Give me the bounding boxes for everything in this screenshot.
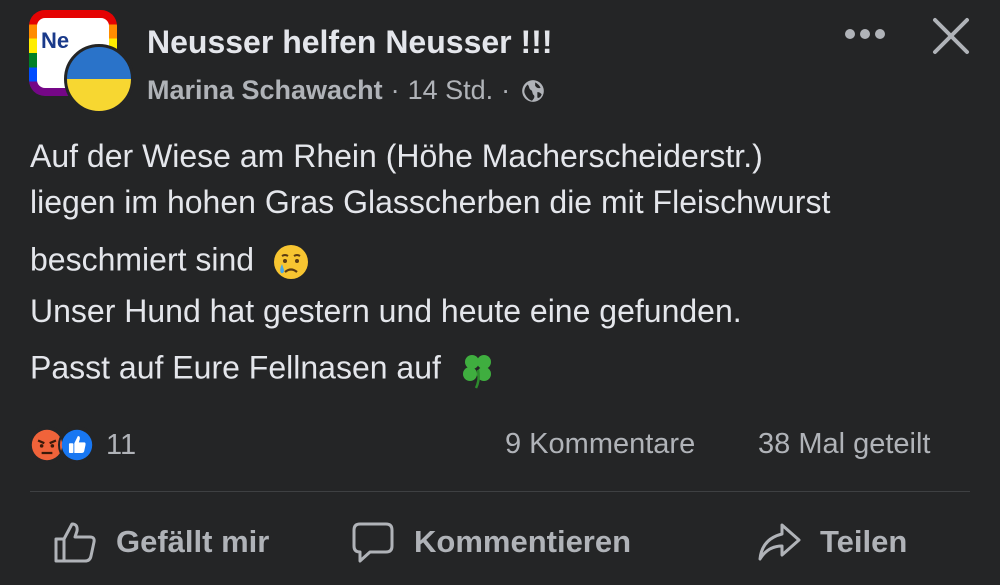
share-icon [758, 523, 801, 561]
close-button[interactable] [924, 12, 978, 60]
reaction-count: 11 [106, 428, 137, 461]
shares-count-link[interactable]: 38 Mal geteilt [758, 428, 931, 461]
comment-icon [352, 522, 394, 563]
meta-separator-2: · [501, 75, 511, 105]
close-icon [933, 18, 969, 54]
author-avatar[interactable] [64, 44, 134, 114]
share-button[interactable]: Teilen [756, 518, 907, 566]
post-text-line-with-emoji: Passt auf Eure Fellnasen auf [30, 350, 498, 390]
comment-button-label: Kommentieren [414, 524, 632, 559]
post-timestamp[interactable]: 14 Std. [408, 75, 494, 106]
post-text-line: liegen im hohen Gras Glasscherben die mi… [30, 184, 831, 220]
more-icon [845, 29, 885, 39]
group-name-link[interactable]: Neusser helfen Neusser !!! [147, 24, 552, 61]
globe-icon [522, 79, 544, 102]
comments-count-link[interactable]: 9 Kommentare [505, 428, 695, 461]
like-reaction-icon [58, 426, 96, 464]
like-button-label: Gefällt mir [116, 524, 270, 559]
facebook-post: Ne Neusser helfen Neusser !!! Marina Sch… [0, 0, 1000, 585]
post-text-segment: Passt auf Eure Fellnasen auf [30, 349, 441, 386]
share-button-label: Teilen [820, 524, 908, 559]
post-meta: Marina Schawacht · 14 Std. · [147, 75, 546, 106]
thumbs-up-icon [54, 522, 96, 563]
post-text-line: Unser Hund hat gestern und heute eine ge… [30, 293, 742, 329]
divider [30, 491, 970, 492]
group-avatar-text: Ne [41, 28, 70, 53]
meta-separator: · [390, 75, 400, 105]
author-name-link[interactable]: Marina Schawacht [147, 75, 383, 106]
crying-face-emoji [273, 245, 308, 279]
post-text-segment: beschmiert sind [30, 241, 255, 278]
post-text-line-with-emoji: beschmiert sind [30, 242, 311, 282]
more-options-button[interactable] [840, 16, 890, 52]
post-text-line: Auf der Wiese am Rhein (Höhe Macherschei… [30, 138, 763, 174]
reactions-summary[interactable]: 11 [28, 424, 136, 466]
comment-button[interactable]: Kommentieren [350, 518, 631, 566]
like-button[interactable]: Gefällt mir [52, 518, 269, 566]
four-leaf-clover-emoji [462, 355, 491, 389]
